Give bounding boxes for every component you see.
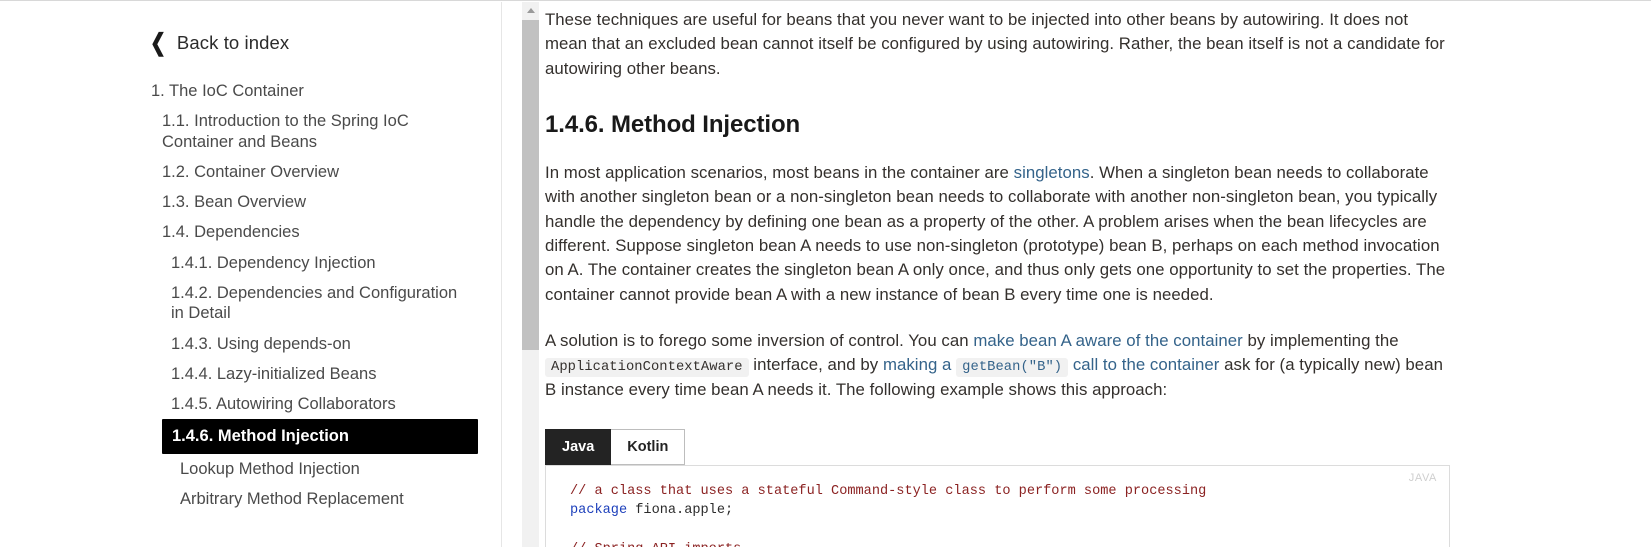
sidebar-item-introduction-spring-ioc[interactable]: 1.1. Introduction to the Spring IoC Cont… (162, 106, 484, 157)
code-keyword-package: package (570, 503, 628, 519)
back-to-index-link[interactable]: ❮ Back to index (0, 2, 501, 57)
sidebar-scrollbar (502, 2, 540, 547)
para3-part1: A solution is to forego some inversion o… (545, 331, 974, 351)
link-making-a[interactable]: making a (883, 355, 952, 374)
tab-kotlin[interactable]: Kotlin (611, 428, 686, 465)
table-of-contents: 1. The IoC Container 1.1. Introduction t… (0, 76, 501, 514)
code-line-comment-2: // Spring-API imports (570, 542, 741, 547)
back-to-index-label: Back to index (176, 32, 290, 53)
paragraph-solution: A solution is to forego some inversion o… (545, 329, 1450, 403)
tab-java[interactable]: Java (545, 428, 612, 465)
code-content[interactable]: // a class that uses a stateful Command-… (570, 482, 1429, 547)
sidebar-item-method-injection[interactable]: 1.4.6. Method Injection (162, 419, 478, 454)
sidebar-item-using-depends-on[interactable]: 1.4.3. Using depends-on (171, 329, 483, 359)
link-singletons[interactable]: singletons (1014, 163, 1090, 182)
sidebar-item-dependencies-configuration-detail[interactable]: 1.4.2. Dependencies and Configuration in… (171, 278, 483, 329)
main-content: These techniques are useful for beans th… (540, 2, 1651, 547)
code-language-badge: JAVA (1408, 471, 1437, 484)
chevron-left-icon: ❮ (150, 29, 166, 57)
paragraph-singletons: In most application scenarios, most bean… (545, 161, 1450, 307)
link-call-to-container[interactable]: call to the container (1073, 355, 1220, 374)
sidebar-item-arbitrary-method-replacement[interactable]: Arbitrary Method Replacement (180, 484, 480, 514)
sidebar-navigation: ❮ Back to index 1. The IoC Container 1.1… (0, 2, 502, 547)
para3-part2: by implementing the (1242, 331, 1399, 351)
sidebar-item-container-overview[interactable]: 1.2. Container Overview (162, 157, 484, 187)
page-title: 1.4.6. Method Injection (545, 111, 801, 139)
scroll-up-arrow-icon[interactable] (522, 2, 539, 19)
sidebar-item-bean-overview[interactable]: 1.3. Bean Overview (162, 187, 484, 217)
code-applicationcontextaware: ApplicationContextAware (545, 358, 749, 378)
code-getbean[interactable]: getBean("B") (956, 358, 1069, 378)
code-language-tabs: Java Kotlin (545, 428, 1450, 465)
sidebar-item-lazy-initialized-beans[interactable]: 1.4.4. Lazy-initialized Beans (171, 359, 483, 389)
sidebar-item-lookup-method-injection[interactable]: Lookup Method Injection (180, 454, 480, 484)
para2-part1: In most application scenarios, most bean… (545, 163, 1014, 183)
sidebar-item-dependency-injection[interactable]: 1.4.1. Dependency Injection (171, 248, 483, 278)
para3-part3: interface, and by (748, 355, 883, 375)
sidebar-item-autowiring-collaborators[interactable]: 1.4.5. Autowiring Collaborators (171, 389, 483, 419)
link-make-bean-aware[interactable]: make bean A aware of the container (973, 331, 1242, 350)
scrollbar-thumb[interactable] (522, 20, 539, 350)
code-package-name: fiona.apple; (627, 503, 734, 519)
para2-part2: . When a singleton bean needs to collabo… (545, 163, 1446, 304)
intro-paragraph: These techniques are useful for beans th… (545, 10, 1445, 78)
sidebar-item-the-ioc-container[interactable]: 1. The IoC Container (151, 76, 481, 106)
code-line-comment-1: // a class that uses a stateful Command-… (570, 483, 1207, 499)
documentation-page: ❮ Back to index 1. The IoC Container 1.1… (0, 0, 1651, 547)
sidebar-item-dependencies[interactable]: 1.4. Dependencies (162, 217, 484, 247)
code-block: JAVA // a class that uses a stateful Com… (545, 464, 1450, 547)
